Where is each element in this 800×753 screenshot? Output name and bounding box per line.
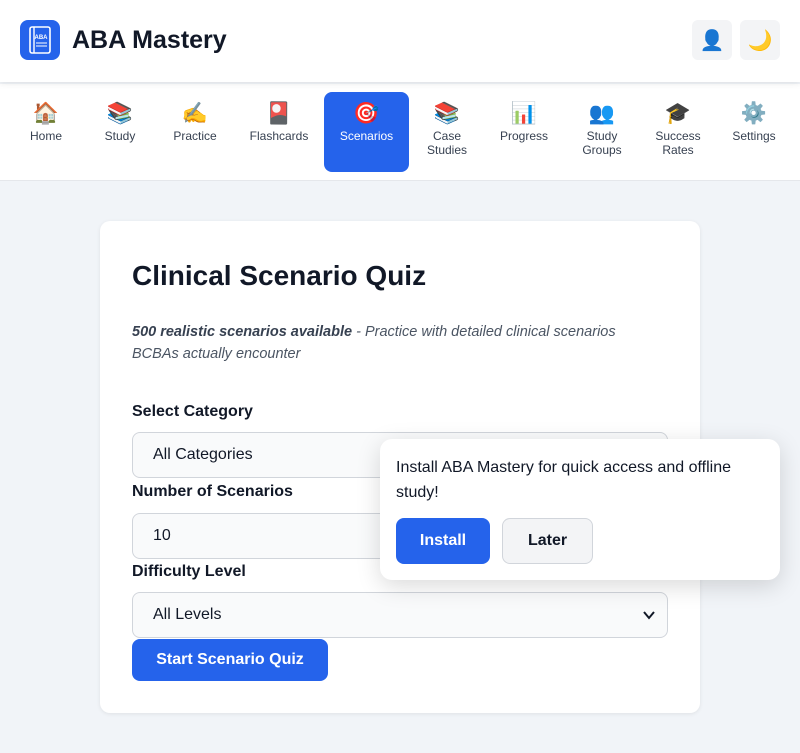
logo-text: ABA [35, 35, 49, 41]
category-label: Select Category [132, 403, 253, 420]
graduation-cap-icon: 🎓 [664, 102, 692, 125]
nav-item-practice[interactable]: ✍️ Practice [164, 92, 226, 172]
nav-item-home[interactable]: 🏠 Home [20, 92, 72, 172]
difficulty-label: Difficulty Level [132, 563, 246, 580]
nav-label: Study [104, 129, 136, 143]
target-icon: 🎯 [353, 102, 380, 125]
scenario-count-label: Number of Scenarios [132, 483, 293, 500]
nav-item-settings[interactable]: ⚙️ Settings [726, 92, 782, 172]
gear-icon: ⚙️ [740, 102, 768, 125]
chevron-down-icon [643, 593, 655, 637]
writing-hand-icon: ✍️ [181, 102, 209, 125]
nav-label: Scenarios [339, 129, 394, 143]
app-title: ABA Mastery [72, 26, 227, 54]
app-logo[interactable]: ABA [20, 20, 60, 60]
user-icon: 👤 [699, 29, 725, 52]
scenario-count-value: 10 [153, 527, 171, 544]
intro-highlight: 500 realistic scenarios available [132, 324, 353, 340]
nav-label: Home [29, 129, 62, 143]
difficulty-select[interactable]: All Levels [132, 592, 668, 638]
moon-icon: 🌙 [747, 29, 773, 52]
quiz-intro: 500 realistic scenarios available - Prac… [132, 321, 652, 365]
nav-item-case-studies[interactable]: 📚 Case Studies [417, 92, 477, 172]
bar-chart-icon: 📊 [510, 102, 538, 125]
category-value: All Categories [153, 446, 253, 463]
nav-item-scenarios[interactable]: 🎯 Scenarios [324, 92, 409, 172]
theme-toggle-button[interactable]: 🌙 [740, 20, 780, 60]
flashcards-icon: 🎴 [265, 102, 293, 125]
nav-item-success-rates[interactable]: 🎓 Success Rates [648, 92, 708, 172]
install-prompt: Install ABA Mastery for quick access and… [380, 439, 780, 580]
nav-item-study[interactable]: 📚 Study [94, 92, 146, 172]
nav-item-progress[interactable]: 📊 Progress [494, 92, 554, 172]
nav-label: Practice [173, 129, 217, 143]
user-profile-button[interactable]: 👤 [692, 20, 732, 60]
nav-label: Success Rates [655, 129, 701, 157]
nav-item-study-groups[interactable]: 👥 Study Groups [572, 92, 632, 172]
page-title: Clinical Scenario Quiz [132, 260, 427, 291]
install-message: Install ABA Mastery for quick access and… [396, 459, 731, 501]
nav-label: Flashcards [249, 129, 309, 143]
later-button[interactable]: Later [502, 518, 593, 564]
app-header: ABA ABA Mastery 👤 🌙 [0, 0, 800, 82]
nav-label: Case Studies [426, 129, 468, 157]
book-logo-icon: ABA [29, 26, 51, 54]
nav-item-flashcards[interactable]: 🎴 Flashcards [242, 92, 316, 172]
books-icon: 📚 [106, 102, 134, 125]
install-button[interactable]: Install [396, 518, 490, 564]
home-icon: 🏠 [32, 102, 60, 125]
people-icon: 👥 [588, 102, 616, 125]
nav-label: Progress [499, 129, 549, 143]
main-nav: 🏠 Home 📚 Study ✍️ Practice 🎴 Flashcards … [0, 84, 800, 181]
difficulty-value: All Levels [153, 606, 222, 623]
start-scenario-quiz-button[interactable]: Start Scenario Quiz [132, 639, 328, 681]
nav-label: Settings [732, 129, 776, 143]
nav-label: Study Groups [582, 129, 622, 157]
books-icon: 📚 [433, 102, 461, 125]
